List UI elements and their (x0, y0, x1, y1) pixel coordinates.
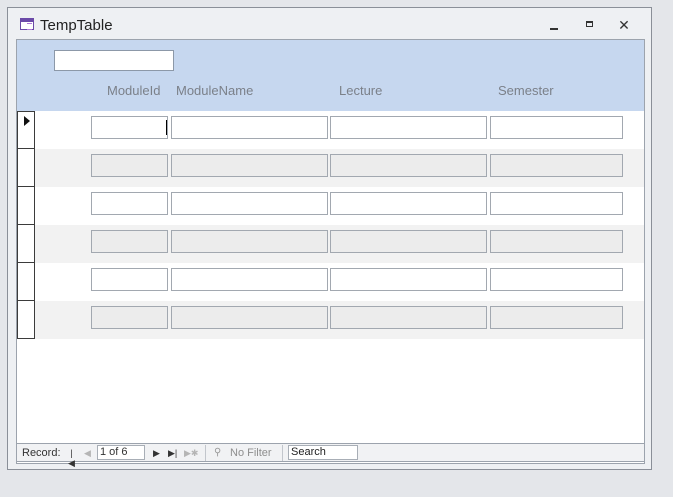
form-header: ModuleId ModuleName Lecture Semester (17, 40, 644, 111)
record-label: Record: (22, 447, 61, 459)
record-selector[interactable] (17, 301, 35, 339)
record-selector[interactable] (17, 111, 35, 149)
modulename-field[interactable] (171, 230, 328, 253)
moduleid-field[interactable] (91, 116, 168, 139)
column-label-semester: Semester (498, 83, 554, 98)
record-selector[interactable] (17, 149, 35, 187)
separator (282, 445, 283, 461)
record-row (17, 111, 644, 149)
record-row (17, 225, 644, 263)
lecture-field[interactable] (330, 306, 487, 329)
new-record-icon[interactable]: ▶✱ (184, 448, 198, 458)
modulename-field[interactable] (171, 154, 328, 177)
filter-icon[interactable]: ⚲ (214, 447, 226, 459)
modulename-field[interactable] (171, 268, 328, 291)
last-record-icon[interactable]: ▶| (168, 448, 177, 458)
modulename-field[interactable] (171, 306, 328, 329)
form-window: TempTable ✕ ModuleId ModuleName Lecture … (7, 7, 652, 470)
record-navigation-bar: Record: |◀ ◀ 1 of 6 ▶ ▶| ▶✱ ⚲ No Filter … (16, 443, 645, 468)
moduleid-field[interactable] (91, 192, 168, 215)
column-label-moduleid: ModuleId (107, 83, 161, 98)
no-filter-button[interactable]: No Filter (230, 447, 272, 459)
lecture-field[interactable] (330, 192, 487, 215)
search-input[interactable]: Search (288, 445, 358, 460)
record-selector[interactable] (17, 225, 35, 263)
moduleid-field[interactable] (91, 306, 168, 329)
column-label-modulename: ModuleName (176, 83, 254, 98)
semester-field[interactable] (490, 306, 623, 329)
restore-icon[interactable] (583, 19, 597, 31)
moduleid-field[interactable] (91, 230, 168, 253)
close-icon[interactable]: ✕ (617, 18, 631, 32)
modulename-field[interactable] (171, 192, 328, 215)
moduleid-field[interactable] (91, 154, 168, 177)
record-row (17, 149, 644, 187)
record-row (17, 301, 644, 339)
title-bar[interactable]: TempTable ✕ (8, 8, 651, 39)
column-label-lecture: Lecture (339, 83, 383, 98)
separator (205, 445, 206, 461)
form-body: ModuleId ModuleName Lecture Semester (16, 39, 645, 464)
next-record-icon[interactable]: ▶ (152, 448, 161, 458)
lecture-field[interactable] (330, 154, 487, 177)
first-record-icon[interactable]: |◀ (67, 448, 76, 468)
semester-field[interactable] (490, 192, 623, 215)
previous-record-icon[interactable]: ◀ (83, 448, 92, 458)
record-row (17, 263, 644, 301)
semester-field[interactable] (490, 154, 623, 177)
lecture-field[interactable] (330, 230, 487, 253)
record-selector[interactable] (17, 263, 35, 301)
semester-field[interactable] (490, 268, 623, 291)
header-textbox[interactable] (54, 50, 174, 71)
semester-field[interactable] (490, 116, 623, 139)
lecture-field[interactable] (330, 268, 487, 291)
window-title: TempTable (40, 17, 113, 34)
current-record-input[interactable]: 1 of 6 (97, 445, 145, 460)
current-record-pointer-icon (24, 116, 30, 126)
semester-field[interactable] (490, 230, 623, 253)
minimize-icon[interactable] (547, 19, 561, 31)
lecture-field[interactable] (330, 116, 487, 139)
moduleid-field[interactable] (91, 268, 168, 291)
form-icon (20, 18, 34, 30)
record-selector[interactable] (17, 187, 35, 225)
text-cursor (166, 120, 167, 135)
modulename-field[interactable] (171, 116, 328, 139)
record-row (17, 187, 644, 225)
record-list (17, 111, 644, 339)
